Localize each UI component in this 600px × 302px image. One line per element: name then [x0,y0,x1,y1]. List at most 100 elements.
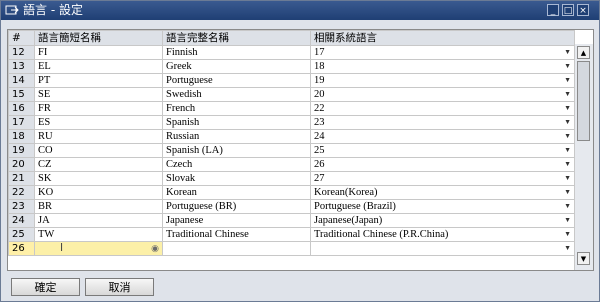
dropdown-arrow-icon[interactable]: ▼ [564,159,571,171]
window-menu-icon[interactable] [5,4,19,16]
dropdown-arrow-icon[interactable]: ▼ [564,131,571,143]
short-name-cell[interactable]: SE [34,87,163,102]
full-name-cell[interactable]: French [162,101,311,116]
full-name-cell[interactable]: Portuguese (BR) [162,199,311,214]
short-name-input-cell[interactable]: I ◉ [34,241,163,256]
col-header-number[interactable]: # [8,30,35,46]
row-number[interactable]: 23 [8,199,35,214]
close-button[interactable]: × [577,4,589,16]
short-name-cell[interactable]: CO [34,143,163,158]
full-name-cell[interactable]: Finnish [162,45,311,60]
row-number[interactable]: 17 [8,115,35,130]
short-name-cell[interactable]: RU [34,129,163,144]
system-language-cell[interactable]: Portuguese (Brazil) ▼ [310,199,575,214]
dropdown-arrow-icon[interactable]: ▼ [564,187,571,199]
row-number[interactable]: 25 [8,227,35,242]
full-name-cell[interactable]: Traditional Chinese [162,227,311,242]
system-language-cell[interactable]: 19 ▼ [310,73,575,88]
full-name-cell[interactable]: Korean [162,185,311,200]
scroll-down-icon[interactable]: ▼ [577,252,590,265]
row-number[interactable]: 18 [8,129,35,144]
system-language-value: 25 [314,145,325,156]
system-language-value: Korean(Korea) [314,187,378,198]
system-language-cell[interactable]: Traditional Chinese (P.R.China) ▼ [310,227,575,242]
full-name-cell[interactable]: Slovak [162,171,311,186]
row-number[interactable]: 13 [8,59,35,74]
table-row: 20 CZ Czech 26 ▼ [8,157,575,172]
short-name-cell[interactable]: FI [34,45,163,60]
system-language-cell[interactable]: 27 ▼ [310,171,575,186]
short-name-cell[interactable]: FR [34,101,163,116]
dropdown-arrow-icon[interactable]: ▼ [564,201,571,213]
dropdown-arrow-icon[interactable]: ▼ [564,89,571,101]
short-name-cell[interactable]: CZ [34,157,163,172]
system-language-cell[interactable]: Japanese(Japan) ▼ [310,213,575,228]
dropdown-arrow-icon[interactable]: ▼ [564,75,571,87]
short-name-cell[interactable]: SK [34,171,163,186]
system-language-cell[interactable]: 25 ▼ [310,143,575,158]
title-bar[interactable]: 語言 - 設定 _ □ × [1,1,599,20]
dropdown-arrow-icon[interactable]: ▼ [564,117,571,129]
system-language-cell[interactable]: 22 ▼ [310,101,575,116]
full-name-cell[interactable] [162,241,311,256]
system-language-cell[interactable]: Korean(Korea) ▼ [310,185,575,200]
row-number[interactable]: 14 [8,73,35,88]
short-name-cell[interactable]: BR [34,199,163,214]
scroll-thumb[interactable] [577,61,590,141]
system-language-cell[interactable]: 26 ▼ [310,157,575,172]
system-language-cell[interactable]: ▼ [310,241,575,256]
system-language-cell[interactable]: 23 ▼ [310,115,575,130]
row-number[interactable]: 21 [8,171,35,186]
dropdown-arrow-icon[interactable]: ▼ [564,173,571,185]
col-header-short-name[interactable]: 語言簡短名稱 [34,30,163,46]
row-number[interactable]: 15 [8,87,35,102]
row-number[interactable]: 26 [8,241,35,256]
lookup-icon[interactable]: ◉ [151,243,159,255]
minimize-button[interactable]: _ [547,4,559,16]
system-language-value: 27 [314,173,325,184]
short-name-cell[interactable]: PT [34,73,163,88]
row-number[interactable]: 20 [8,157,35,172]
row-number[interactable]: 24 [8,213,35,228]
scroll-up-icon[interactable]: ▲ [577,46,590,59]
vertical-scrollbar[interactable]: ▲ ▼ [574,44,593,270]
full-name-cell[interactable]: Spanish [162,115,311,130]
window-title: 語言 - 設定 [23,3,83,17]
col-header-full-name[interactable]: 語言完整名稱 [162,30,311,46]
short-name-cell[interactable]: ES [34,115,163,130]
short-name-cell[interactable]: EL [34,59,163,74]
cancel-button[interactable]: 取消 [85,278,154,296]
full-name-cell[interactable]: Japanese [162,213,311,228]
header-row: # 語言簡短名稱 語言完整名稱 相關系統語言 [8,30,575,46]
dropdown-arrow-icon[interactable]: ▼ [564,61,571,73]
dropdown-arrow-icon[interactable]: ▼ [564,215,571,227]
text-cursor-icon: I [60,242,64,255]
row-number[interactable]: 19 [8,143,35,158]
system-language-cell[interactable]: 24 ▼ [310,129,575,144]
maximize-button[interactable]: □ [562,4,574,16]
system-language-cell[interactable]: 20 ▼ [310,87,575,102]
ok-button[interactable]: 確定 [11,278,80,296]
row-number[interactable]: 16 [8,101,35,116]
dropdown-arrow-icon[interactable]: ▼ [564,47,571,59]
short-name-cell[interactable]: JA [34,213,163,228]
full-name-cell[interactable]: Spanish (LA) [162,143,311,158]
dropdown-arrow-icon[interactable]: ▼ [564,229,571,241]
full-name-cell[interactable]: Russian [162,129,311,144]
dropdown-arrow-icon[interactable]: ▼ [564,145,571,157]
system-language-cell[interactable]: 17 ▼ [310,45,575,60]
short-name-cell[interactable]: TW [34,227,163,242]
language-settings-window: 語言 - 設定 _ □ × # 語言簡短名稱 語言完整名稱 相關系統語言 12 … [0,0,600,302]
short-name-cell[interactable]: KO [34,185,163,200]
full-name-cell[interactable]: Portuguese [162,73,311,88]
row-number[interactable]: 12 [8,45,35,60]
full-name-cell[interactable]: Greek [162,59,311,74]
dropdown-arrow-icon[interactable]: ▼ [564,243,571,255]
dropdown-arrow-icon[interactable]: ▼ [564,103,571,115]
col-header-system-language[interactable]: 相關系統語言 [310,30,575,46]
row-number[interactable]: 22 [8,185,35,200]
system-language-value: Traditional Chinese (P.R.China) [314,229,449,240]
full-name-cell[interactable]: Czech [162,157,311,172]
full-name-cell[interactable]: Swedish [162,87,311,102]
system-language-cell[interactable]: 18 ▼ [310,59,575,74]
